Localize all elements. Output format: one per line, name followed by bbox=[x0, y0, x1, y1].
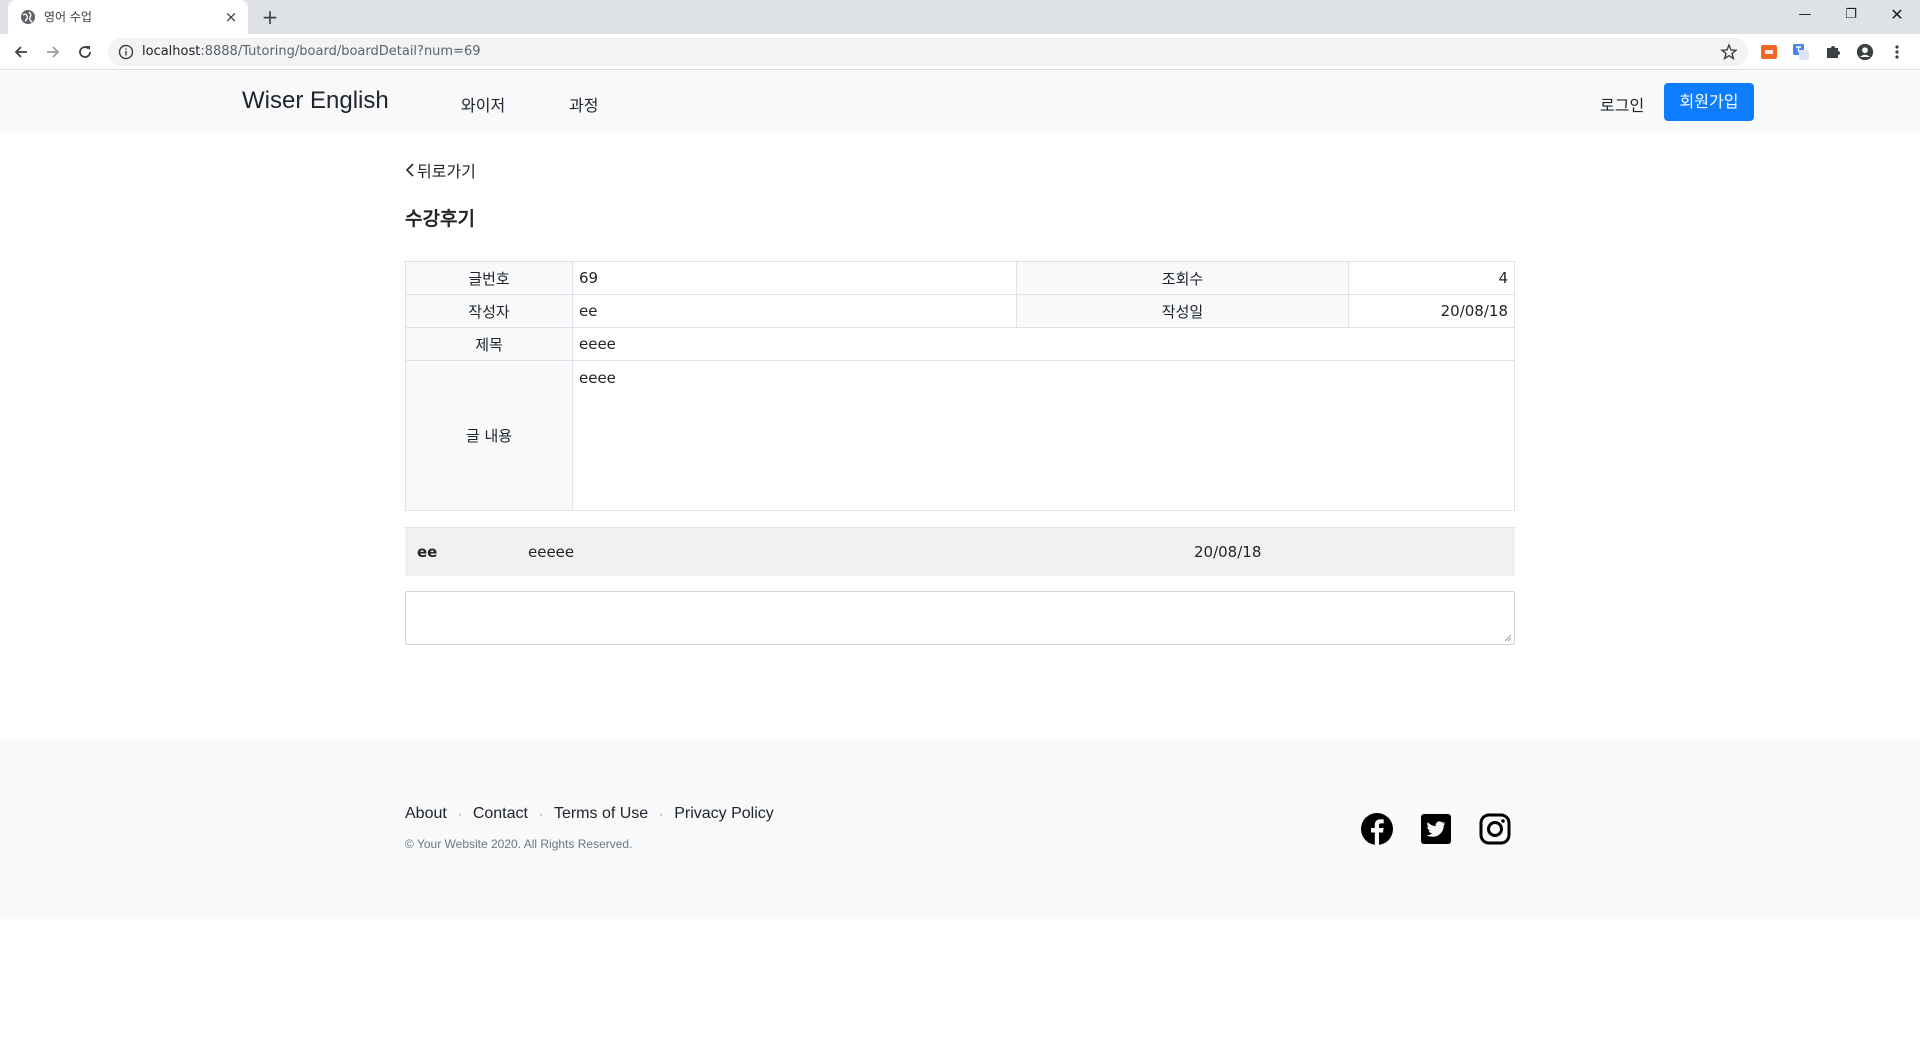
footer-separator: · bbox=[538, 807, 543, 821]
url-host: localhost bbox=[142, 44, 201, 59]
window-restore-button[interactable]: ❐ bbox=[1828, 0, 1874, 30]
footer-link-about[interactable]: About bbox=[405, 805, 447, 823]
resize-grip-icon[interactable] bbox=[1504, 634, 1512, 642]
reload-button[interactable] bbox=[72, 39, 98, 65]
comment-date: 20/08/18 bbox=[1194, 543, 1262, 561]
nav-link-wiser[interactable]: 와이저 bbox=[461, 92, 505, 116]
new-tab-button[interactable]: + bbox=[258, 5, 282, 29]
signup-button[interactable]: 회원가입 bbox=[1664, 83, 1754, 121]
url-path: :8888/Tutoring/board/boardDetail?num=69 bbox=[200, 44, 481, 59]
profile-icon[interactable] bbox=[1856, 43, 1874, 61]
label-date: 작성일 bbox=[1016, 294, 1349, 328]
window-close-button[interactable]: ✕ bbox=[1874, 0, 1920, 30]
brand-logo[interactable]: Wiser English bbox=[242, 87, 389, 115]
globe-icon bbox=[21, 10, 35, 24]
copyright-text: © Your Website 2020. All Rights Reserved… bbox=[405, 837, 633, 851]
back-link[interactable]: 뒤로가기 bbox=[405, 158, 476, 182]
page-title: 수강후기 bbox=[405, 208, 475, 230]
chevron-left-icon bbox=[405, 163, 414, 177]
site-navbar: Wiser English 와이저 과정 로그인 회원가입 bbox=[0, 71, 1920, 133]
site-footer: About · Contact · Terms of Use · Privacy… bbox=[0, 739, 1920, 919]
post-detail-table: 글번호 69 조회수 4 작성자 ee 작성일 20/08/18 제목 eeee… bbox=[405, 261, 1515, 511]
post-number-value: 69 bbox=[572, 261, 1017, 295]
puzzle-icon[interactable] bbox=[1824, 43, 1842, 61]
content-value: eeee bbox=[572, 360, 1515, 511]
table-row: 글 내용 eeee bbox=[405, 360, 1515, 511]
table-row: 글번호 69 조회수 4 bbox=[405, 261, 1515, 295]
views-value: 4 bbox=[1348, 261, 1515, 295]
more-menu-icon[interactable] bbox=[1888, 43, 1906, 61]
label-subject: 제목 bbox=[405, 327, 573, 361]
footer-separator: · bbox=[659, 807, 664, 821]
footer-links: About · Contact · Terms of Use · Privacy… bbox=[405, 805, 774, 823]
label-post-number: 글번호 bbox=[405, 261, 573, 295]
tab-close-icon[interactable]: × bbox=[220, 6, 242, 28]
table-row: 작성자 ee 작성일 20/08/18 bbox=[405, 294, 1515, 328]
date-value: 20/08/18 bbox=[1348, 294, 1515, 328]
label-views: 조회수 bbox=[1016, 261, 1349, 295]
browser-toolbar: localhost:8888/Tutoring/board/boardDetai… bbox=[0, 34, 1920, 70]
footer-link-terms[interactable]: Terms of Use bbox=[554, 805, 648, 823]
footer-link-privacy[interactable]: Privacy Policy bbox=[674, 805, 774, 823]
facebook-icon[interactable] bbox=[1360, 812, 1394, 846]
comment-text: eeeee bbox=[528, 543, 575, 561]
comment-textarea[interactable] bbox=[405, 591, 1515, 645]
browser-tab[interactable]: 영어 수업 × bbox=[8, 0, 248, 34]
footer-link-contact[interactable]: Contact bbox=[473, 805, 528, 823]
address-bar[interactable]: localhost:8888/Tutoring/board/boardDetai… bbox=[108, 38, 1748, 66]
comment-author: ee bbox=[417, 543, 438, 561]
info-icon bbox=[118, 44, 134, 60]
label-author: 작성자 bbox=[405, 294, 573, 328]
login-link[interactable]: 로그인 bbox=[1600, 92, 1644, 116]
footer-separator: · bbox=[457, 807, 462, 821]
arrow-left-icon bbox=[14, 46, 27, 58]
forward-nav-button[interactable] bbox=[40, 39, 66, 65]
back-nav-button[interactable] bbox=[8, 39, 34, 65]
instagram-icon[interactable] bbox=[1478, 812, 1512, 846]
author-value: ee bbox=[572, 294, 1017, 328]
extension-ex-icon[interactable] bbox=[1760, 43, 1778, 61]
url-text: localhost:8888/Tutoring/board/boardDetai… bbox=[142, 44, 481, 59]
window-minimize-button[interactable]: — bbox=[1782, 0, 1828, 30]
reload-icon bbox=[79, 46, 91, 58]
translate-icon[interactable] bbox=[1792, 43, 1810, 61]
twitter-icon[interactable] bbox=[1419, 812, 1453, 846]
label-content: 글 내용 bbox=[405, 360, 573, 511]
comment-item: ee eeeee 20/08/18 bbox=[405, 527, 1515, 576]
subject-value: eeee bbox=[572, 327, 1515, 361]
tab-title: 영어 수업 bbox=[44, 10, 92, 24]
table-row: 제목 eeee bbox=[405, 327, 1515, 361]
browser-tab-strip: 영어 수업 × + — ❐ ✕ bbox=[0, 0, 1920, 34]
back-link-label: 뒤로가기 bbox=[417, 162, 476, 181]
bookmark-star-icon[interactable] bbox=[1720, 43, 1738, 61]
nav-link-courses[interactable]: 과정 bbox=[569, 92, 598, 116]
arrow-right-icon bbox=[47, 46, 60, 58]
